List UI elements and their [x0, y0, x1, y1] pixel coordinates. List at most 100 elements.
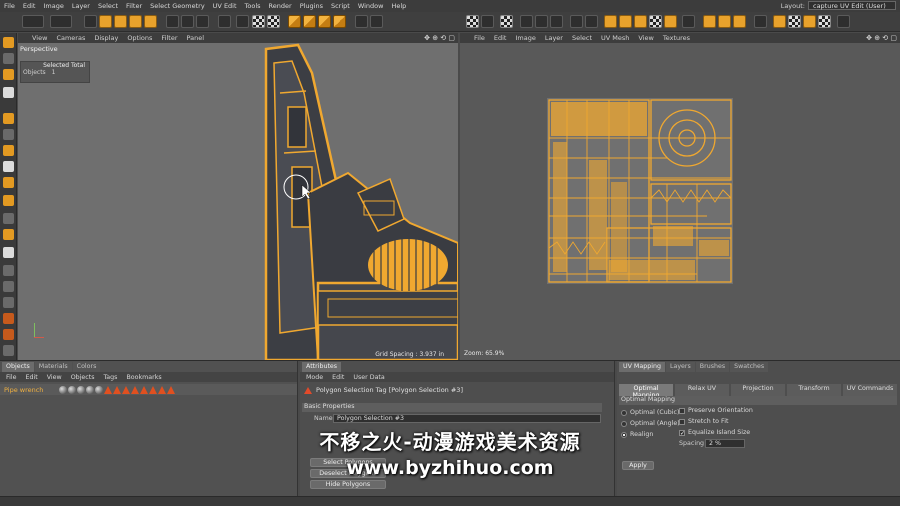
menu-uv-edit[interactable]: UV Edit — [213, 2, 237, 10]
uv-menu-image[interactable]: Image — [515, 34, 535, 42]
axis-z-icon[interactable] — [196, 15, 209, 28]
uv-menu-layer[interactable]: Layer — [545, 34, 563, 42]
menu-select[interactable]: Select — [98, 2, 118, 10]
menu-filter[interactable]: Filter — [126, 2, 142, 10]
tab-layers[interactable]: Layers — [665, 362, 695, 372]
uv-viewport-nav-icons[interactable]: ✥ ⊕ ⟲ ▢ — [866, 34, 897, 42]
axis-mode-icon[interactable] — [3, 195, 14, 206]
rotate-icon[interactable] — [129, 15, 142, 28]
redo-icon[interactable] — [50, 15, 72, 28]
selection-tag-icon[interactable] — [167, 385, 175, 394]
scene-icon[interactable] — [355, 15, 368, 28]
uv-polygons-mode-icon[interactable] — [3, 177, 14, 188]
uv-checker-icon[interactable] — [466, 15, 479, 28]
attribute-menu-user-data[interactable]: User Data — [353, 374, 384, 381]
uv-menu-select[interactable]: Select — [572, 34, 592, 42]
live-select-icon[interactable] — [144, 15, 157, 28]
attribute-menu-edit[interactable]: Edit — [332, 374, 344, 381]
menu-script[interactable]: Script — [331, 2, 350, 10]
selection-tag-icon[interactable] — [104, 385, 112, 394]
array-icon[interactable] — [333, 15, 346, 28]
radio-dot[interactable] — [621, 431, 627, 438]
layout-dropdown[interactable]: capture UV Edit (User) — [808, 1, 896, 10]
viewport-menu-display[interactable]: Display — [94, 34, 118, 42]
tweak-icon[interactable] — [3, 213, 14, 224]
checkbox[interactable] — [679, 418, 685, 425]
uv-pin-icon[interactable] — [773, 15, 786, 28]
object-menu-file[interactable]: File — [6, 374, 17, 381]
uv-transform-icon[interactable] — [664, 15, 677, 28]
viewport-menu-options[interactable]: Options — [127, 34, 152, 42]
uv-checker4-icon[interactable] — [818, 15, 831, 28]
viewport-menu-cameras[interactable]: Cameras — [56, 34, 85, 42]
uv-menu-edit[interactable]: Edit — [494, 34, 507, 42]
coord-system-icon[interactable] — [218, 15, 231, 28]
checkbox[interactable]: ✓ — [679, 429, 685, 436]
uv-points-icon[interactable] — [520, 15, 533, 28]
selection-tag-icon[interactable] — [113, 385, 121, 394]
uv-menu-uv-mesh[interactable]: UV Mesh — [601, 34, 629, 42]
selection-tag-icon[interactable] — [158, 385, 166, 394]
grid-icon[interactable] — [3, 281, 14, 292]
menu-layer[interactable]: Layer — [72, 2, 90, 10]
model-mode-icon[interactable] — [3, 53, 14, 64]
viewport-menu-filter[interactable]: Filter — [161, 34, 177, 42]
checkbox[interactable] — [679, 407, 685, 414]
move-icon[interactable] — [99, 15, 112, 28]
uv-move-icon[interactable] — [604, 15, 617, 28]
uv-select-icon[interactable] — [649, 15, 662, 28]
nurbs-icon[interactable] — [318, 15, 331, 28]
spline-icon[interactable] — [303, 15, 316, 28]
sculpt-icon[interactable] — [3, 297, 14, 308]
tab-materials[interactable]: Materials — [34, 362, 72, 372]
uv-menu-file[interactable]: File — [474, 34, 485, 42]
object-name[interactable]: Pipe wrench — [4, 386, 59, 394]
name-field[interactable]: Polygon Selection #3 — [333, 414, 601, 423]
object-menu-objects[interactable]: Objects — [71, 374, 95, 381]
new-object-icon[interactable] — [3, 37, 14, 48]
viewport-menu-panel[interactable]: Panel — [187, 34, 205, 42]
menu-edit[interactable]: Edit — [23, 2, 36, 10]
uv-snap-icon[interactable] — [754, 15, 767, 28]
polygons-mode-icon[interactable] — [3, 145, 14, 156]
material-tag-icon[interactable] — [68, 385, 76, 394]
radio-dot[interactable] — [621, 409, 627, 416]
snap-icon[interactable] — [3, 229, 14, 240]
object-menu-tags[interactable]: Tags — [104, 374, 118, 381]
hide-polygons-button[interactable]: Hide Polygons — [310, 480, 386, 489]
menu-window[interactable]: Window — [358, 2, 384, 10]
spacing-field[interactable]: 2 % — [705, 439, 745, 448]
menu-select-geometry[interactable]: Select Geometry — [150, 2, 205, 10]
tab-swatches[interactable]: Swatches — [730, 362, 769, 372]
uv-scale-icon[interactable] — [619, 15, 632, 28]
scale-icon[interactable] — [114, 15, 127, 28]
uv-map1-icon[interactable] — [703, 15, 716, 28]
uv-menu-view[interactable]: View — [638, 34, 653, 42]
object-menu-bookmarks[interactable]: Bookmarks — [126, 374, 161, 381]
perspective-viewport[interactable]: View Cameras Display Options Filter Panel ✥ ⊕… — [18, 33, 458, 360]
points-mode-icon[interactable] — [3, 113, 14, 124]
material-tag-icon[interactable] — [59, 385, 67, 394]
uv-tool2-icon[interactable] — [585, 15, 598, 28]
tab-colors[interactable]: Colors — [72, 362, 101, 372]
object-row[interactable]: Pipe wrench — [0, 384, 297, 395]
render-view-icon[interactable] — [236, 15, 249, 28]
cube-icon[interactable] — [288, 15, 301, 28]
object-menu-edit[interactable]: Edit — [26, 374, 38, 381]
uv-tool1-icon[interactable] — [570, 15, 583, 28]
selection-tag-icon[interactable] — [122, 385, 130, 394]
attribute-menu-mode[interactable]: Mode — [306, 374, 323, 381]
object-menu-view[interactable]: View — [47, 374, 62, 381]
menu-plugins[interactable]: Plugins — [300, 2, 323, 10]
menu-tools[interactable]: Tools — [245, 2, 261, 10]
viewport-nav-icons[interactable]: ✥ ⊕ ⟲ ▢ — [424, 34, 455, 42]
uv-editor-viewport[interactable]: File Edit Image Layer Select UV Mesh View Textu… — [460, 33, 900, 360]
edges-mode-icon[interactable] — [3, 129, 14, 140]
uv-checker3-icon[interactable] — [788, 15, 801, 28]
uv-relax-icon[interactable] — [682, 15, 695, 28]
radio-realign[interactable]: Realign — [621, 431, 653, 438]
selection-tag-icon[interactable] — [149, 385, 157, 394]
tab-attributes[interactable]: Attributes — [302, 362, 342, 372]
select-arrow-icon[interactable] — [84, 15, 97, 28]
menu-image[interactable]: Image — [43, 2, 63, 10]
